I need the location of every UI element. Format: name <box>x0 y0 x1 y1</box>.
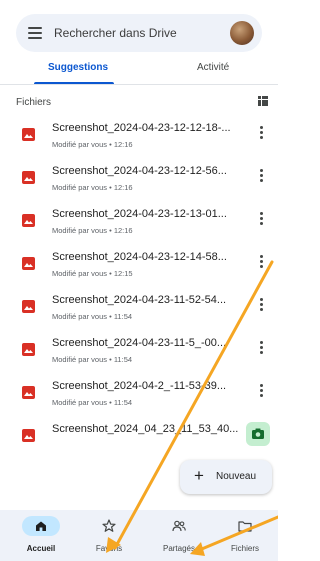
image-file-icon <box>22 257 35 270</box>
file-list: Screenshot_2024-04-23-12-12-18-... Modifi… <box>0 112 278 512</box>
plus-icon: + <box>194 466 204 485</box>
file-meta: Modifié par vous • 12:16 <box>52 183 133 192</box>
nav-fichiers[interactable]: Fichiers <box>215 510 275 561</box>
nav-favoris[interactable]: Favoris <box>79 510 139 561</box>
file-name: Screenshot_2024-04-23-12-12-56... <box>52 165 227 177</box>
scan-button[interactable] <box>246 422 270 446</box>
more-options-icon[interactable] <box>256 384 266 400</box>
file-name: Screenshot_2024-04-23-12-12-18-... <box>52 122 231 134</box>
image-file-icon <box>22 429 35 442</box>
nav-fichiers-label: Fichiers <box>230 544 259 553</box>
tabs-divider <box>0 84 278 85</box>
image-file-icon <box>22 128 35 141</box>
image-file-icon <box>22 171 35 184</box>
menu-icon[interactable] <box>28 27 42 39</box>
new-button[interactable]: + Nouveau <box>180 460 272 494</box>
file-name: Screenshot_2024_04_23_11_53_40... <box>52 423 239 435</box>
nav-partages[interactable]: Partagés <box>149 510 209 561</box>
tab-suggestions[interactable]: Suggestions <box>48 62 108 73</box>
file-meta: Modifié par vous • 11:54 <box>52 355 133 364</box>
image-file-icon <box>22 343 35 356</box>
more-options-icon[interactable] <box>256 212 266 228</box>
avatar[interactable] <box>230 21 254 45</box>
more-options-icon[interactable] <box>256 255 266 271</box>
star-icon <box>102 519 116 532</box>
nav-accueil-label: Accueil <box>26 544 56 553</box>
image-file-icon <box>22 386 35 399</box>
tab-bar: Suggestions Activité <box>0 58 278 84</box>
more-options-icon[interactable] <box>256 126 266 142</box>
file-name: Screenshot_2024-04-23-11-5_-00... <box>52 337 227 349</box>
camera-icon <box>252 428 264 439</box>
file-name: Screenshot_2024-04-2_-11-53-39... <box>52 380 227 392</box>
file-meta: Modifié par vous • 11:54 <box>52 312 133 321</box>
file-name: Screenshot_2024-04-23-11-52-54... <box>52 294 227 306</box>
folder-icon <box>238 521 252 532</box>
file-row[interactable]: Screenshot_2024-04-23-12-12-18-... Modifi… <box>0 112 278 155</box>
file-meta: Modifié par vous • 12:16 <box>52 140 133 149</box>
more-options-icon[interactable] <box>256 169 266 185</box>
file-name: Screenshot_2024-04-23-12-13-01... <box>52 208 227 220</box>
file-row[interactable]: Screenshot_2024-04-23-11-52-54... Modifié… <box>0 284 278 327</box>
tab-activite[interactable]: Activité <box>197 62 229 73</box>
file-name: Screenshot_2024-04-23-12-14-58... <box>52 251 227 263</box>
file-row[interactable]: Screenshot_2024-04-23-12-12-56... Modifié… <box>0 155 278 198</box>
bottom-navigation: Accueil Favoris Partagés Fichiers <box>0 510 278 561</box>
file-row[interactable]: Screenshot_2024-04-23-11-5_-00... Modifié… <box>0 327 278 370</box>
nav-accueil[interactable]: Accueil <box>11 510 71 561</box>
file-meta: Modifié par vous • 12:15 <box>52 269 133 278</box>
home-icon <box>36 521 46 531</box>
people-icon <box>172 520 186 532</box>
nav-favoris-label: Favoris <box>95 544 123 553</box>
file-row[interactable]: Screenshot_2024-04-2_-11-53-39... Modifié… <box>0 370 278 413</box>
more-options-icon[interactable] <box>256 341 266 357</box>
image-file-icon <box>22 214 35 227</box>
more-options-icon[interactable] <box>256 298 266 314</box>
file-row[interactable]: Screenshot_2024-04-23-12-13-01... Modifié… <box>0 198 278 241</box>
file-row[interactable]: Screenshot_2024_04_23_11_53_40... <box>0 413 278 456</box>
file-row[interactable]: Screenshot_2024-04-23-12-14-58... Modifié… <box>0 241 278 284</box>
nav-partages-label: Partagés <box>162 544 196 553</box>
search-bar[interactable]: Rechercher dans Drive <box>16 14 262 52</box>
section-title: Fichiers <box>16 97 52 108</box>
grid-view-icon[interactable] <box>258 96 268 106</box>
search-placeholder[interactable]: Rechercher dans Drive <box>54 26 177 40</box>
image-file-icon <box>22 300 35 313</box>
file-meta: Modifié par vous • 11:54 <box>52 398 133 407</box>
file-meta: Modifié par vous • 12:16 <box>52 226 133 235</box>
new-button-label: Nouveau <box>216 471 257 482</box>
